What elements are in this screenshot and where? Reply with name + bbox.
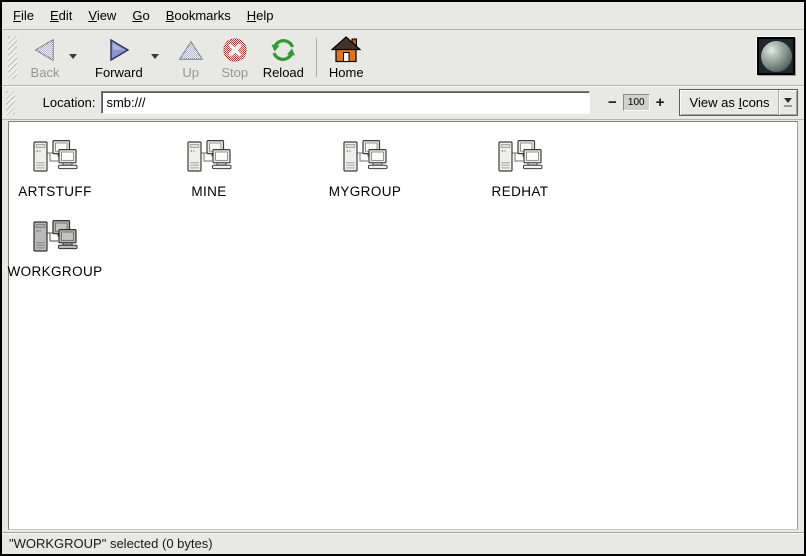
back-history-dropdown[interactable] <box>67 52 79 61</box>
menu-go[interactable]: Go <box>124 4 157 27</box>
location-input[interactable] <box>101 91 590 114</box>
throbber-sphere <box>761 41 792 72</box>
content-frame: ARTSTUFF MINE MYGROUP REDHAT WORKGROUP <box>2 120 804 532</box>
location-bar: Location: − 100 + View as Icons <box>2 86 804 120</box>
network-workgroup-icon <box>342 138 389 178</box>
menu-bookmarks[interactable]: Bookmarks <box>158 4 239 27</box>
nautilus-window: File Edit View Go Bookmarks Help Back <box>0 0 806 556</box>
reload-icon <box>270 37 297 63</box>
network-workgroup-icon <box>32 218 79 258</box>
forward-button[interactable]: Forward <box>89 32 149 83</box>
menu-file[interactable]: File <box>5 4 42 27</box>
home-label: Home <box>329 66 364 80</box>
view-as-label: View as Icons <box>680 95 778 110</box>
icon-label: MYGROUP <box>329 184 402 199</box>
home-icon <box>331 36 361 63</box>
location-bar-drag-handle[interactable] <box>6 91 15 115</box>
dropdown-indicator-icon <box>778 90 797 115</box>
back-button[interactable]: Back <box>23 32 67 83</box>
menu-edit[interactable]: Edit <box>42 4 80 27</box>
network-workgroup-icon <box>497 138 544 178</box>
icon-label: REDHAT <box>492 184 549 199</box>
menu-help[interactable]: Help <box>239 4 282 27</box>
zoom-in-button[interactable]: + <box>652 93 669 113</box>
network-item-mine[interactable]: MINE <box>157 138 261 199</box>
chevron-down-icon <box>151 54 159 59</box>
reload-label: Reload <box>263 66 304 80</box>
stop-icon <box>222 37 248 63</box>
reload-button[interactable]: Reload <box>257 32 310 83</box>
icon-label: ARTSTUFF <box>18 184 91 199</box>
network-item-artstuff[interactable]: ARTSTUFF <box>3 138 107 199</box>
menubar: File Edit View Go Bookmarks Help <box>2 2 804 30</box>
back-icon <box>32 37 58 63</box>
throbber-icon <box>757 37 795 75</box>
toolbar-separator <box>316 38 317 77</box>
network-workgroup-icon <box>186 138 233 178</box>
network-workgroup-icon <box>32 138 79 178</box>
zoom-level-indicator: 100 <box>623 94 650 111</box>
stop-button[interactable]: Stop <box>213 32 257 83</box>
icon-label: MINE <box>191 184 226 199</box>
stop-label: Stop <box>221 66 248 80</box>
chevron-down-icon <box>69 54 77 59</box>
up-label: Up <box>182 66 199 80</box>
zoom-out-button[interactable]: − <box>604 93 621 113</box>
up-icon <box>178 37 204 63</box>
status-bar: "WORKGROUP" selected (0 bytes) <box>2 532 804 554</box>
view-as-dropdown[interactable]: View as Icons <box>679 89 798 116</box>
network-item-mygroup[interactable]: MYGROUP <box>313 138 417 199</box>
home-button[interactable]: Home <box>323 32 370 83</box>
forward-label: Forward <box>95 66 143 80</box>
forward-history-dropdown[interactable] <box>149 52 161 61</box>
status-text: "WORKGROUP" selected (0 bytes) <box>9 536 213 551</box>
forward-icon <box>106 37 132 63</box>
location-label: Location: <box>43 95 96 110</box>
up-button[interactable]: Up <box>169 32 213 83</box>
back-label: Back <box>31 66 60 80</box>
network-item-redhat[interactable]: REDHAT <box>468 138 572 199</box>
toolbar: Back Forward Up <box>2 30 804 86</box>
network-item-workgroup[interactable]: WORKGROUP <box>3 218 107 279</box>
menu-view[interactable]: View <box>80 4 124 27</box>
icon-label: WORKGROUP <box>7 264 102 279</box>
icon-view-canvas[interactable]: ARTSTUFF MINE MYGROUP REDHAT WORKGROUP <box>8 121 798 530</box>
toolbar-drag-handle[interactable] <box>8 36 17 79</box>
